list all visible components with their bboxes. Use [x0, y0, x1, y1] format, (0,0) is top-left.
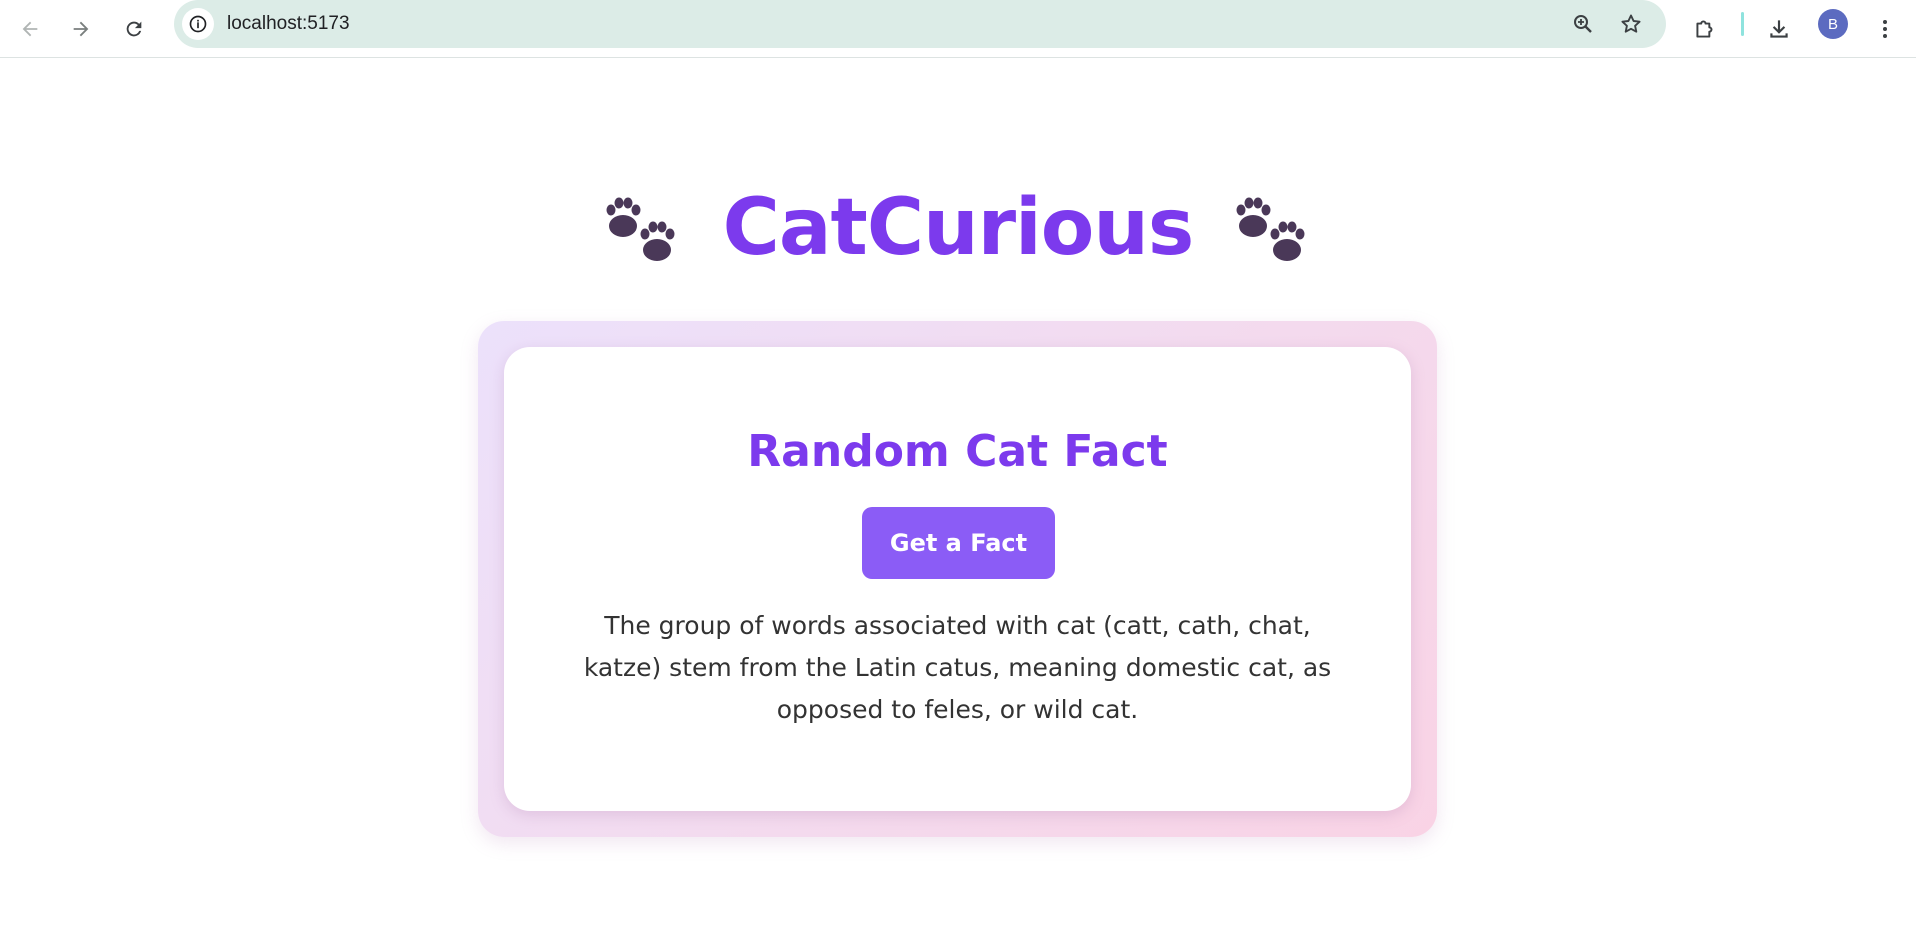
forward-arrow-icon — [73, 21, 89, 37]
downloads-button[interactable] — [1759, 9, 1799, 49]
app-header: CatCurious — [0, 183, 1916, 273]
fact-card-frame: Random Cat Fact Get a Fact The group of … — [478, 321, 1437, 837]
fact-card: Random Cat Fact Get a Fact The group of … — [504, 347, 1411, 811]
url-text[interactable]: localhost:5173 — [227, 13, 350, 35]
page-content: CatCurious Random Cat Fact Get a Fact Th… — [0, 58, 1916, 948]
site-info-button[interactable] — [182, 8, 214, 40]
paw-prints-icon — [1236, 197, 1305, 261]
paw-prints-icon — [606, 197, 675, 261]
forward-button[interactable] — [61, 9, 101, 49]
reload-button[interactable] — [114, 9, 154, 49]
extensions-button[interactable] — [1685, 9, 1725, 49]
get-fact-button[interactable]: Get a Fact — [862, 507, 1055, 579]
bookmark-button[interactable] — [1616, 9, 1646, 39]
browser-menu-button[interactable] — [1865, 9, 1905, 49]
profile-avatar[interactable]: B — [1818, 9, 1848, 39]
download-icon — [1770, 20, 1788, 38]
toolbar-divider — [1741, 12, 1744, 36]
address-bar[interactable]: localhost:5173 — [174, 0, 1666, 48]
puzzle-piece-icon — [1696, 20, 1713, 38]
browser-toolbar: localhost:5173 B — [0, 0, 1916, 58]
app-title: CatCurious — [722, 183, 1195, 273]
zoom-button[interactable] — [1568, 9, 1598, 39]
more-vertical-icon — [1883, 20, 1887, 38]
zoom-icon — [1574, 15, 1592, 33]
cat-fact-text: The group of words associated with cat (… — [583, 611, 1332, 724]
info-icon — [189, 15, 207, 33]
back-button[interactable] — [10, 9, 50, 49]
card-title: Random Cat Fact — [747, 426, 1168, 477]
back-arrow-icon — [22, 21, 38, 37]
reload-icon — [126, 21, 142, 37]
star-icon — [1621, 14, 1641, 33]
